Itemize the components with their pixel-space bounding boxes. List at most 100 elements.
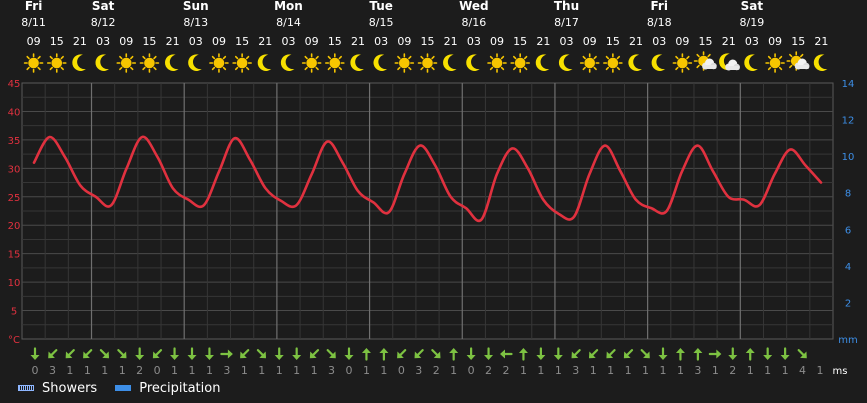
legend: Showers Precipitation — [18, 379, 238, 397]
wind-arrow-icon — [484, 347, 494, 360]
wind-arrow-icon — [274, 347, 284, 360]
temperature-tick-label: 10 — [8, 278, 21, 289]
sun-ray — [686, 66, 690, 71]
moon-icon — [350, 54, 364, 71]
sun-ray — [245, 66, 250, 71]
sun-ray — [605, 66, 610, 71]
sun-ray — [222, 66, 227, 71]
hour-label: 03 — [745, 35, 759, 48]
day-weekday-label: Sat — [92, 0, 115, 13]
sun-ray — [245, 55, 250, 60]
sun-ray — [500, 55, 505, 60]
wind-arrow-head — [536, 355, 546, 360]
sun-disc — [28, 57, 39, 69]
moon-icon — [72, 54, 86, 71]
wind-speed-label: 1 — [607, 364, 614, 377]
wind-speed-label: 1 — [363, 364, 370, 377]
wind-speed-label: 1 — [84, 364, 91, 377]
day-date-label: 8/19 — [740, 16, 765, 29]
wind-speed-label: 1 — [712, 364, 719, 377]
hour-labels: 09 15 21 03 09 15 21 03 09 15 21 03 09 15 21 03 09 15 21 03… — [27, 35, 829, 48]
hour-label: 09 — [119, 35, 133, 48]
wind-arrow-icon — [518, 348, 528, 361]
sun-ray — [523, 66, 528, 71]
precipitation-tick-label: 4 — [845, 262, 851, 273]
temperature-axis: °C 5 10 15 20 25 30 35 40 45 — [8, 79, 21, 346]
sun-ray — [222, 55, 227, 60]
moon-icon — [466, 54, 480, 71]
hour-label: 21 — [722, 35, 736, 48]
sun-ray — [513, 66, 517, 71]
sun-ray — [60, 55, 64, 60]
hour-label: 03 — [467, 35, 481, 48]
sun-ray — [616, 66, 621, 71]
wind-speed-label: 1 — [171, 364, 178, 377]
wind-speed-label: 1 — [590, 364, 597, 377]
wind-speed-label: 2 — [503, 364, 510, 377]
moon-icon — [535, 54, 550, 71]
precipitation-tick-label: 10 — [842, 152, 855, 163]
hour-label: 09 — [768, 35, 782, 48]
wind-arrow-head — [170, 355, 180, 360]
sun-ray — [500, 66, 505, 71]
temperature-tick-label: 15 — [8, 250, 21, 261]
day-date-label: 8/11 — [21, 16, 46, 29]
wind-arrow-head — [135, 355, 145, 360]
weather-forecast-chart: °C51015202530354045 mm2468101214 Fri8/11… — [8, 0, 858, 377]
legend-label-precipitation: Precipitation — [139, 380, 221, 396]
sun-ray — [26, 55, 30, 60]
sun-disc — [120, 57, 132, 69]
sun-ray — [338, 55, 342, 60]
sun-icon — [394, 53, 415, 73]
sun-ray — [234, 66, 239, 71]
sun-icon — [417, 53, 438, 73]
wind-row: 0311112011131111130110321022111311111131… — [30, 347, 847, 377]
moon-icon — [651, 54, 666, 71]
wind-arrow-icon — [65, 349, 75, 359]
sun-disc — [144, 57, 155, 69]
sun-icon — [603, 53, 623, 73]
sun-icon — [672, 53, 693, 73]
wind-arrow-icon — [658, 347, 668, 360]
day-weekday-label: Tue — [369, 0, 393, 13]
sun-ray — [304, 55, 308, 60]
wind-arrow-icon — [397, 349, 407, 359]
precipitation-tick-label: 6 — [845, 225, 851, 236]
legend-label-showers: Showers — [42, 380, 98, 396]
wind-arrow-icon — [763, 347, 773, 360]
sun-icon — [487, 53, 507, 73]
wind-speed-label: 1 — [119, 364, 126, 377]
hour-label: 09 — [675, 35, 689, 48]
wind-speed-label: 1 — [747, 364, 754, 377]
wind-arrow-icon — [571, 349, 581, 359]
wind-speed-label: 1 — [660, 364, 667, 377]
sun-icon — [510, 53, 530, 73]
sun-ray — [119, 66, 123, 71]
sun-ray — [675, 66, 679, 71]
sun-ray — [49, 66, 53, 71]
wind-arrow-icon — [466, 347, 476, 360]
precipitation-tick-label: 12 — [842, 116, 855, 127]
wind-arrow-head — [500, 349, 505, 359]
wind-arrow-head — [484, 355, 494, 360]
day-weekday-label: Thu — [554, 0, 579, 13]
legend-item-showers[interactable]: Showers — [18, 381, 97, 396]
day-weekday-label: Sat — [741, 0, 764, 13]
wind-speed-label: 3 — [223, 364, 230, 377]
wind-arrow-icon — [361, 348, 371, 361]
sun-ray — [789, 64, 793, 69]
showers-swatch — [18, 385, 34, 391]
sun-icon — [46, 53, 67, 73]
sun-ray — [211, 66, 216, 71]
sun-ray — [408, 55, 412, 60]
wind-arrow-icon — [500, 349, 513, 359]
legend-item-precipitation[interactable]: Precipitation — [115, 381, 220, 396]
sun-ray — [431, 66, 435, 71]
hour-label: 21 — [814, 35, 828, 48]
sun-icon — [579, 53, 600, 73]
wind-arrow-head — [204, 355, 214, 360]
wind-speed-label: 2 — [485, 364, 492, 377]
wind-arrow-head — [227, 349, 233, 359]
sun-disc — [236, 57, 248, 69]
wind-arrow-head — [693, 348, 703, 353]
